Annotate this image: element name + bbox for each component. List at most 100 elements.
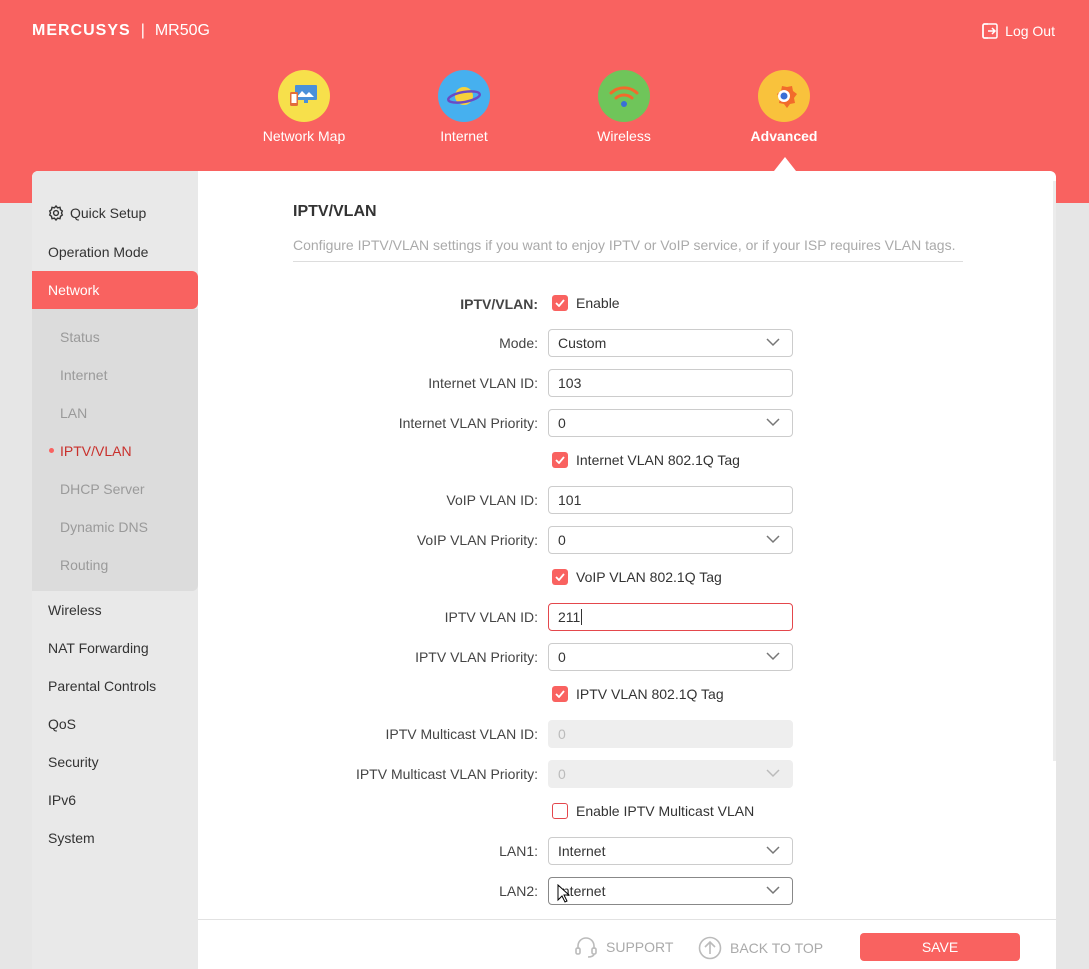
voip-vlan-id-label: VoIP VLAN ID: (446, 492, 538, 508)
brand-logo: MERCUSYS (32, 22, 131, 39)
submenu-item-iptv-vlan[interactable]: IPTV/VLAN (60, 443, 132, 459)
checkbox-checked-icon (552, 569, 568, 585)
tab-internet-label: Internet (440, 128, 488, 144)
chevron-down-icon (766, 886, 780, 895)
voip-vlan-priority-label: VoIP VLAN Priority: (416, 532, 538, 548)
iptv-vlan-priority-value: 0 (558, 649, 566, 665)
back-to-top-link[interactable]: BACK TO TOP (698, 936, 823, 960)
submenu-item-lan[interactable]: LAN (60, 405, 87, 421)
voip-vlan-priority-select[interactable]: 0 (548, 526, 793, 554)
submenu-item-internet[interactable]: Internet (60, 367, 107, 383)
logout-button[interactable]: Log Out (981, 22, 1055, 40)
sidebar-item-ipv6[interactable]: IPv6 (48, 792, 76, 808)
iptv-tag-checkbox[interactable]: IPTV VLAN 802.1Q Tag (552, 686, 724, 702)
save-button[interactable]: SAVE (860, 933, 1020, 961)
iptv-vlan-priority-label: IPTV VLAN Priority: (415, 649, 538, 665)
multicast-vlan-id-value: 0 (558, 726, 566, 742)
iptv-vlan-id-value: 211 (558, 609, 581, 625)
enable-multicast-checkbox[interactable]: Enable IPTV Multicast VLAN (552, 803, 754, 819)
chevron-down-icon (766, 846, 780, 855)
mode-select[interactable]: Custom (548, 329, 793, 357)
tab-network-map-label: Network Map (262, 128, 346, 144)
active-tab-caret (774, 157, 796, 171)
iptv-tag-label: IPTV VLAN 802.1Q Tag (576, 686, 724, 702)
network-submenu: Status Internet LAN IPTV/VLAN DHCP Serve… (32, 309, 198, 591)
submenu-item-dynamic-dns[interactable]: Dynamic DNS (60, 519, 148, 535)
footer-bar: SUPPORT BACK TO TOP SAVE (198, 919, 1056, 969)
sidebar-item-wireless[interactable]: Wireless (48, 602, 102, 618)
sidebar-item-network[interactable]: Network (32, 271, 198, 309)
headset-icon (575, 937, 597, 958)
sidebar-item-parental-controls[interactable]: Parental Controls (48, 678, 156, 694)
iptv-vlan-id-label: IPTV VLAN ID: (444, 609, 538, 625)
lan1-select[interactable]: Internet (548, 837, 793, 865)
sidebar-item-nat-forwarding[interactable]: NAT Forwarding (48, 640, 149, 656)
chevron-down-icon (766, 652, 780, 661)
support-link[interactable]: SUPPORT (574, 936, 673, 958)
enable-label: Enable (576, 295, 620, 311)
tab-advanced[interactable]: Advanced (724, 70, 844, 144)
support-label: SUPPORT (606, 939, 674, 955)
tab-wireless[interactable]: Wireless (564, 70, 684, 144)
internet-tag-label: Internet VLAN 802.1Q Tag (576, 452, 740, 468)
multicast-vlan-id-input[interactable]: 0 (548, 720, 793, 748)
quick-setup-label: Quick Setup (70, 205, 147, 221)
tab-network-map[interactable]: Network Map (244, 70, 364, 144)
sidebar: Quick Setup Operation Mode Network Statu… (32, 171, 198, 969)
voip-vlan-priority-value: 0 (558, 532, 566, 548)
multicast-vlan-id-label: IPTV Multicast VLAN ID: (385, 726, 538, 742)
iptv-vlan-label: IPTV/VLAN: (460, 296, 538, 312)
sidebar-item-operation-mode[interactable]: Operation Mode (48, 244, 148, 260)
internet-vlan-id-input[interactable]: 103 (548, 369, 793, 397)
top-nav: Network Map Internet Wireless Advanced (0, 70, 1089, 170)
sidebar-item-system[interactable]: System (48, 830, 95, 846)
submenu-item-routing[interactable]: Routing (60, 557, 108, 573)
submenu-item-status[interactable]: Status (60, 329, 100, 345)
voip-tag-checkbox[interactable]: VoIP VLAN 802.1Q Tag (552, 569, 722, 585)
lan2-select[interactable]: Internet (548, 877, 793, 905)
voip-vlan-id-value: 101 (558, 492, 582, 508)
content-area: IPTV/VLAN Configure IPTV/VLAN settings i… (198, 171, 1056, 969)
sidebar-item-quick-setup[interactable]: Quick Setup (48, 205, 146, 221)
internet-planet-icon (438, 70, 490, 122)
internet-vlan-priority-select[interactable]: 0 (548, 409, 793, 437)
multicast-vlan-priority-label: IPTV Multicast VLAN Priority: (355, 766, 538, 782)
iptv-vlan-id-input[interactable]: 211 (548, 603, 793, 631)
iptv-vlan-priority-select[interactable]: 0 (548, 643, 793, 671)
tab-advanced-label: Advanced (750, 128, 818, 144)
tab-internet[interactable]: Internet (404, 70, 524, 144)
lan2-label: LAN2: (499, 883, 538, 899)
submenu-item-dhcp-server[interactable]: DHCP Server (60, 481, 145, 497)
lan1-label: LAN1: (499, 843, 538, 859)
text-cursor (581, 609, 583, 625)
quick-setup-gear-icon (48, 205, 64, 221)
iptv-vlan-enable-checkbox[interactable]: Enable (552, 295, 620, 311)
mode-value: Custom (558, 335, 607, 351)
chevron-down-icon (766, 769, 780, 778)
checkbox-checked-icon (552, 686, 568, 702)
tab-wireless-label: Wireless (597, 128, 651, 144)
model-name: MR50G (154, 22, 210, 39)
sidebar-item-security[interactable]: Security (48, 754, 99, 770)
back-to-top-label: BACK TO TOP (730, 940, 824, 956)
page-title: IPTV/VLAN (293, 203, 377, 220)
scrollbar[interactable] (1053, 181, 1056, 761)
mouse-pointer-icon (557, 884, 571, 903)
wifi-icon (598, 70, 650, 122)
internet-vlan-priority-label: Internet VLAN Priority: (398, 415, 538, 431)
voip-vlan-id-input[interactable]: 101 (548, 486, 793, 514)
logout-label: Log Out (1005, 23, 1055, 39)
enable-multicast-label: Enable IPTV Multicast VLAN (576, 803, 755, 819)
logout-icon (982, 23, 998, 39)
network-map-icon (278, 70, 330, 122)
sidebar-item-qos[interactable]: QoS (48, 716, 76, 732)
main-panel: Quick Setup Operation Mode Network Statu… (32, 171, 1056, 969)
arrow-up-circle-icon (698, 936, 722, 960)
internet-tag-checkbox[interactable]: Internet VLAN 802.1Q Tag (552, 452, 740, 468)
multicast-vlan-priority-value: 0 (558, 766, 566, 782)
chevron-down-icon (766, 338, 780, 347)
title-divider (293, 261, 963, 262)
page-description: Configure IPTV/VLAN settings if you want… (293, 237, 956, 253)
brand-separator: | (140, 22, 145, 39)
multicast-vlan-priority-select[interactable]: 0 (548, 760, 793, 788)
